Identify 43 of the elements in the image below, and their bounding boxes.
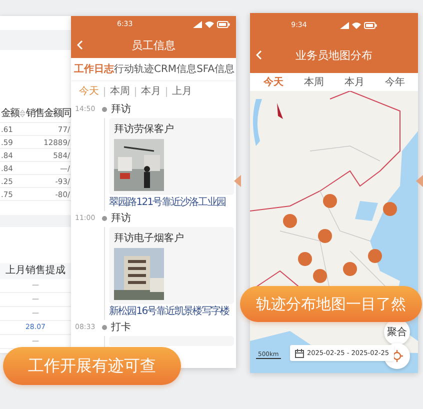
address-text: 翠园路121号靠近沙洛工业园 xyxy=(109,197,226,209)
filter-tab[interactable]: 本月 xyxy=(135,87,166,97)
wifi-icon xyxy=(205,20,214,28)
visit-card[interactable]: 拜访电子烟客户 xyxy=(109,227,234,304)
wifi-icon xyxy=(352,22,361,28)
column-header: 销售金额同 xyxy=(26,106,71,120)
entry-label: 打卡 xyxy=(111,320,131,334)
battery-icon xyxy=(364,22,377,28)
entry-label: 拜访 xyxy=(111,212,131,225)
calendar-icon xyxy=(295,348,304,358)
panel-band xyxy=(0,30,71,50)
filter-tab[interactable]: 本周 xyxy=(104,87,135,97)
tab[interactable]: 本月 xyxy=(344,75,364,89)
battery-icon xyxy=(217,20,230,28)
signal-icon xyxy=(193,20,202,28)
left-arrow-icon[interactable] xyxy=(234,175,241,187)
tab[interactable]: CRM信息 xyxy=(154,62,197,76)
visit-card[interactable]: 拜访劳保客户 xyxy=(109,118,234,195)
column-header: 金额 xyxy=(1,106,19,120)
back-icon[interactable] xyxy=(77,40,83,50)
back-icon[interactable] xyxy=(256,50,262,60)
card-title: 拜访电子烟客户 xyxy=(114,232,184,245)
screen-title: 员工信息 xyxy=(130,38,176,52)
tab[interactable]: 行动轨迹 xyxy=(114,62,154,76)
caption-banner: 轨迹分布地图一目了然 xyxy=(240,286,422,322)
caption-banner: 工作开展有迹可查 xyxy=(3,347,181,385)
screen-title: 业务员地图分布 xyxy=(294,48,374,62)
tab[interactable]: 今年 xyxy=(384,75,405,89)
address-text: 新松园16号靠近凯景楼写字楼 xyxy=(109,306,230,318)
timeline-dot xyxy=(102,324,107,330)
tab[interactable]: SFA信息 xyxy=(196,62,235,76)
locate-icon xyxy=(391,350,403,362)
filter-tab[interactable]: 上月 xyxy=(166,87,197,97)
timeline-dot xyxy=(102,216,107,220)
panel-band xyxy=(0,215,71,227)
left-arrow-icon[interactable] xyxy=(416,175,423,187)
signal-icon xyxy=(340,22,349,28)
entry-label: 拜访 xyxy=(111,102,131,116)
timeline-dot xyxy=(102,106,107,112)
card-title: 拜访劳保客户 xyxy=(114,122,174,136)
column-header: 上月销售提成 xyxy=(0,263,71,279)
sort-icon xyxy=(20,108,25,118)
tab[interactable]: 本周 xyxy=(304,75,324,89)
